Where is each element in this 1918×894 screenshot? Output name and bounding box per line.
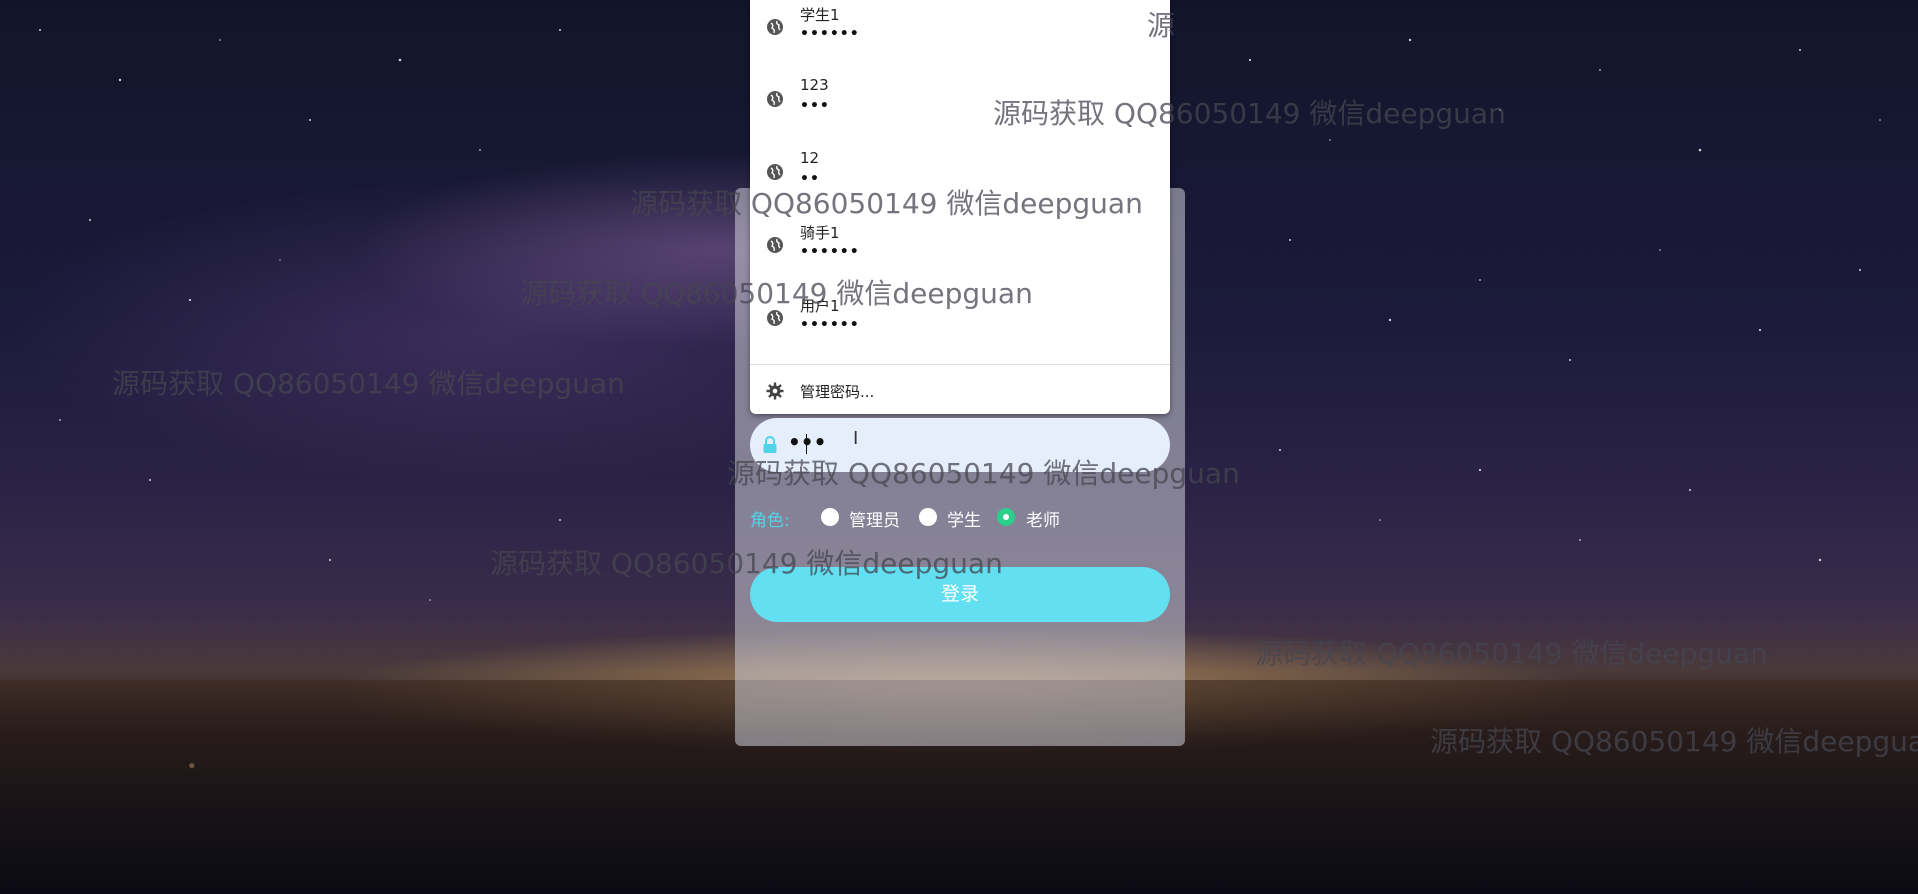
autofill-password: •••••• (800, 244, 860, 260)
radio-teacher-label[interactable]: 老师 (1026, 506, 1060, 531)
manage-passwords-label: 管理密码... (800, 383, 875, 401)
role-label: 角色: (750, 511, 790, 531)
radio-student-label[interactable]: 学生 (947, 506, 981, 531)
password-autofill-dropdown: 学生1 •••••• 123 ••• 12 •• 骑手1 •••••• 用户1 … (750, 0, 1170, 414)
autofill-password: •• (800, 171, 820, 187)
autofill-item[interactable]: 123 ••• (750, 72, 1170, 144)
gear-icon (766, 382, 784, 400)
dropdown-divider (750, 364, 1170, 365)
autofill-username: 用户1 (800, 297, 840, 315)
lock-icon (763, 436, 777, 453)
globe-icon (767, 310, 783, 326)
radio-admin[interactable] (821, 508, 839, 526)
manage-passwords-item[interactable]: 管理密码... (750, 372, 1170, 412)
autofill-item[interactable]: 骑手1 •••••• (750, 218, 1170, 290)
autofill-item[interactable]: 用户1 •••••• (750, 291, 1170, 363)
radio-teacher[interactable] (997, 508, 1015, 526)
autofill-username: 学生1 (800, 6, 840, 24)
globe-icon (767, 19, 783, 35)
globe-icon (767, 237, 783, 253)
autofill-username: 12 (800, 149, 820, 167)
password-input[interactable]: ••• (750, 418, 1170, 472)
radio-admin-label[interactable]: 管理员 (849, 506, 900, 531)
autofill-item[interactable]: 12 •• (750, 145, 1170, 217)
ibeam-cursor-icon: Ι (853, 428, 859, 449)
autofill-password: ••• (800, 98, 830, 114)
autofill-password: •••••• (800, 317, 860, 333)
autofill-item[interactable]: 学生1 •••••• (750, 0, 1170, 72)
globe-icon (767, 91, 783, 107)
autofill-username: 骑手1 (800, 224, 840, 242)
radio-student[interactable] (919, 508, 937, 526)
globe-icon (767, 164, 783, 180)
text-caret (806, 434, 807, 454)
password-value: ••• (788, 430, 827, 454)
role-selector: 角色: 管理员 学生 老师 (750, 504, 1170, 532)
autofill-username: 123 (800, 76, 829, 94)
autofill-password: •••••• (800, 26, 860, 42)
login-button[interactable]: 登录 (750, 567, 1170, 622)
